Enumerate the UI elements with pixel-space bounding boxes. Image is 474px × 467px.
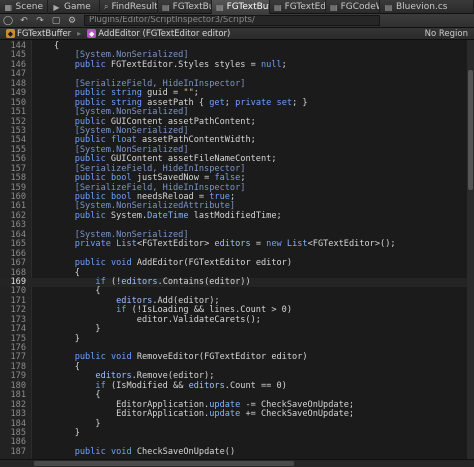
- vertical-scroll-thumb[interactable]: [468, 70, 473, 190]
- horizontal-scrollbar[interactable]: [0, 459, 474, 467]
- class-icon: ◆: [6, 29, 15, 38]
- scene-icon: ▦: [4, 2, 13, 12]
- code-line[interactable]: 185 }: [0, 427, 474, 438]
- tab-label: FGCodeWin: [340, 2, 379, 12]
- method-icon: ◆: [87, 29, 97, 38]
- undo-icon[interactable]: ↶: [16, 15, 32, 27]
- tab-label: FGTextEdito: [284, 2, 326, 12]
- tab-0[interactable]: ▦ Scene: [0, 0, 48, 14]
- horizontal-scroll-thumb[interactable]: [34, 461, 294, 466]
- tab-bar: ▦Scene▶Game⌕FindResults\▤FGTextBuffe▤FGT…: [0, 0, 474, 14]
- script-path-field[interactable]: Plugins/Editor/ScriptInspector3/Scripts/: [84, 15, 380, 26]
- vertical-scrollbar[interactable]: [467, 40, 474, 459]
- code-lines: 144{145 [System.NonSerialized] 146 public…: [0, 41, 474, 457]
- tab-3[interactable]: ▤FGTextBuffe: [158, 0, 212, 14]
- breadcrumb-method-label: AddEditor (FGTextEditor editor): [98, 28, 231, 39]
- tab-5[interactable]: ▤FGTextEdito: [270, 0, 326, 14]
- tab-label: FGTextBuffe: [172, 2, 211, 12]
- code-text: }: [54, 427, 80, 438]
- code-text: public FGTextEditor.Styles styles = null…: [74, 59, 287, 70]
- tab-7[interactable]: ▤ Bluevion.cs: [380, 0, 474, 14]
- breadcrumb-method[interactable]: ◆ AddEditor (FGTextEditor editor): [81, 29, 236, 39]
- code-text: private List<FGTextEditor> editors = new…: [74, 239, 396, 250]
- tab-6[interactable]: ▤FGCodeWin: [326, 0, 380, 14]
- script-icon: ▤: [274, 2, 282, 12]
- code-text: }: [54, 333, 80, 344]
- breadcrumb-class-label: FGTextBuffer: [17, 28, 72, 39]
- lock-icon[interactable]: ◯: [0, 15, 16, 27]
- tab-label: Scene: [15, 2, 43, 12]
- code-line[interactable]: 175 }: [0, 333, 474, 344]
- code-text: public void RemoveEditor(FGTextEditor ed…: [74, 352, 308, 363]
- tab-4[interactable]: ▤FGTextBuffe: [212, 0, 270, 14]
- tools-icon[interactable]: ⚙: [64, 15, 80, 27]
- script-icon: ▤: [216, 2, 224, 12]
- code-line[interactable]: 146 public FGTextEditor.Styles styles = …: [0, 59, 474, 70]
- breadcrumb: ◆ FGTextBuffer ▸ ◆ AddEditor (FGTextEdit…: [0, 28, 474, 40]
- code-text: public void CheckSaveOnUpdate(): [74, 446, 236, 457]
- tab-1[interactable]: ▶ Game: [48, 0, 100, 14]
- redo-icon[interactable]: ↷: [32, 15, 48, 27]
- region-dropdown[interactable]: No Region: [425, 29, 474, 39]
- script-icon: ▤: [330, 2, 338, 12]
- script-icon: ▤: [162, 2, 170, 12]
- line-number: 187: [10, 446, 26, 457]
- code-editor[interactable]: 144{145 [System.NonSerialized] 146 public…: [0, 40, 474, 459]
- code-line[interactable]: 187 public void CheckSaveOnUpdate(): [0, 446, 474, 457]
- code-line[interactable]: 165 private List<FGTextEditor> editors =…: [0, 239, 474, 250]
- game-icon: ▶: [53, 2, 60, 12]
- search-icon: ⌕: [104, 2, 109, 11]
- code-text: public System.DateTime lastModifiedTime;: [74, 210, 282, 221]
- code-text: public void AddEditor(FGTextEditor edito…: [74, 258, 293, 269]
- code-line[interactable]: 162 public System.DateTime lastModifiedT…: [0, 210, 474, 221]
- save-icon[interactable]: ▢: [48, 15, 64, 27]
- region-label: No Region: [424, 28, 468, 39]
- breadcrumb-class[interactable]: ◆ FGTextBuffer: [0, 29, 77, 39]
- script-icon: ▤: [384, 2, 393, 12]
- tab-label: Game: [64, 2, 91, 12]
- toolbar: ◯ ↶ ↷ ▢ ⚙ Plugins/Editor/ScriptInspector…: [0, 14, 474, 28]
- tab-label: FindResults\: [111, 2, 158, 12]
- tab-label: FGTextBuffe: [226, 2, 269, 12]
- tab-label: Bluevion.cs: [396, 2, 448, 12]
- tab-2[interactable]: ⌕FindResults\: [100, 0, 158, 14]
